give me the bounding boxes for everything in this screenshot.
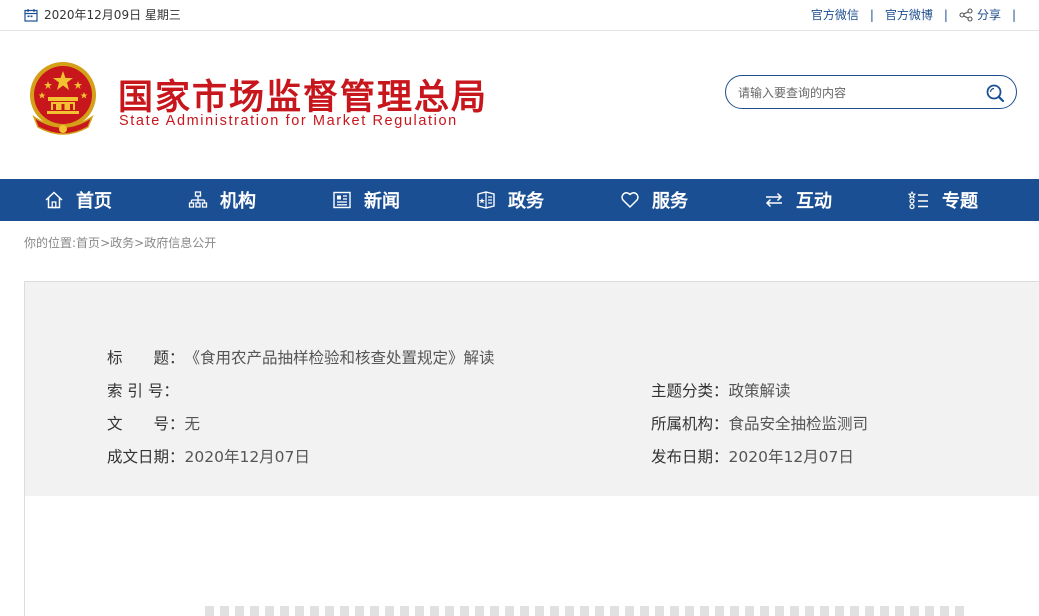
nav-label: 新闻	[364, 191, 400, 212]
published-date-label: 发布日期：	[651, 448, 729, 466]
share-link[interactable]: 分享	[959, 6, 1001, 23]
wechat-link[interactable]: 官方微信	[811, 6, 859, 23]
date-text: 2020年12月09日 星期三	[44, 8, 181, 22]
created-date-value: 2020年12月07日	[184, 448, 310, 466]
share-label: 分享	[976, 8, 1001, 22]
article-content	[24, 496, 1039, 616]
heart-icon	[621, 192, 639, 208]
topic-row: 主题分类：政策解读	[651, 379, 791, 401]
nav-item-government[interactable]: 政务	[476, 179, 544, 221]
shield-book-icon	[477, 191, 495, 209]
date-display: 2020年12月09日 星期三	[24, 6, 181, 23]
newspaper-icon	[333, 191, 351, 209]
breadcrumb-separator: >	[134, 236, 145, 250]
site-header: 国家市场监督管理总局 State Administration for Mark…	[0, 31, 1039, 179]
home-icon	[45, 191, 63, 209]
separator: |	[943, 7, 948, 22]
created-date-label: 成文日期：	[107, 448, 185, 466]
nav-label: 机构	[220, 191, 256, 212]
created-date-row: 成文日期：2020年12月07日	[107, 445, 310, 467]
breadcrumb: 你的位置:首页>政务>政府信息公开	[24, 234, 216, 251]
doc-number-label: 文 号：	[107, 415, 185, 433]
breadcrumb-item-government[interactable]: 政务	[110, 236, 134, 250]
search-box	[725, 75, 1017, 109]
title-label: 标 题：	[107, 349, 185, 367]
nav-item-home[interactable]: 首页	[44, 179, 112, 221]
nav-label: 互动	[796, 191, 832, 212]
title-row: 标 题：《食用农产品抽样检验和核查处置规定》解读	[107, 346, 495, 368]
top-links: 官方微信 | 官方微博 | 分享 |	[811, 6, 1027, 23]
org-label: 所属机构：	[651, 415, 729, 433]
search-icon[interactable]	[984, 82, 1006, 104]
weibo-link[interactable]: 官方微博	[885, 6, 933, 23]
nav-label: 服务	[652, 191, 688, 212]
nav-item-service[interactable]: 服务	[620, 179, 688, 221]
breadcrumb-separator: >	[100, 236, 111, 250]
separator: |	[1011, 7, 1016, 22]
published-date-value: 2020年12月07日	[728, 448, 854, 466]
index-label: 索 引 号：	[107, 382, 179, 400]
nav-item-org[interactable]: 机构	[188, 179, 256, 221]
calendar-icon	[24, 8, 38, 22]
topic-value: 政策解读	[728, 382, 791, 400]
topic-label: 主题分类：	[651, 382, 729, 400]
doc-number-row: 文 号：无	[107, 412, 200, 434]
title-value: 《食用农产品抽样检验和核查处置规定》解读	[184, 349, 495, 367]
site-subtitle: State Administration for Market Regulati…	[119, 113, 458, 129]
doc-number-value: 无	[184, 415, 201, 433]
exchange-arrows-icon	[765, 192, 783, 208]
org-value: 食品安全抽检监测司	[728, 415, 869, 433]
separator: |	[869, 7, 874, 22]
top-bar: 2020年12月09日 星期三 官方微信 | 官方微博 | 分享 |	[0, 0, 1039, 31]
breadcrumb-item-info-disclosure[interactable]: 政府信息公开	[144, 236, 216, 250]
nav-label: 首页	[76, 191, 112, 212]
national-emblem-logo[interactable]	[26, 59, 100, 137]
org-row: 所属机构：食品安全抽检监测司	[651, 412, 868, 434]
main-nav: 首页 机构 新闻 政务 服务 互动 专题	[0, 179, 1039, 221]
nav-item-news[interactable]: 新闻	[332, 179, 400, 221]
list-icon	[908, 190, 928, 210]
nav-item-interaction[interactable]: 互动	[764, 179, 832, 221]
published-date-row: 发布日期：2020年12月07日	[651, 445, 854, 467]
index-row: 索 引 号：	[107, 379, 179, 401]
breadcrumb-prefix: 你的位置:	[24, 236, 77, 250]
nav-label: 专题	[942, 191, 978, 212]
article-text-line-partial	[205, 606, 965, 616]
document-info-panel: 标 题：《食用农产品抽样检验和核查处置规定》解读 索 引 号： 主题分类：政策解…	[24, 281, 1039, 497]
nav-item-topics[interactable]: 专题	[908, 179, 978, 221]
share-icon	[959, 7, 973, 22]
search-input[interactable]	[736, 82, 980, 104]
breadcrumb-item-home[interactable]: 首页	[76, 236, 100, 250]
org-chart-icon	[188, 191, 208, 208]
nav-label: 政务	[508, 191, 544, 212]
